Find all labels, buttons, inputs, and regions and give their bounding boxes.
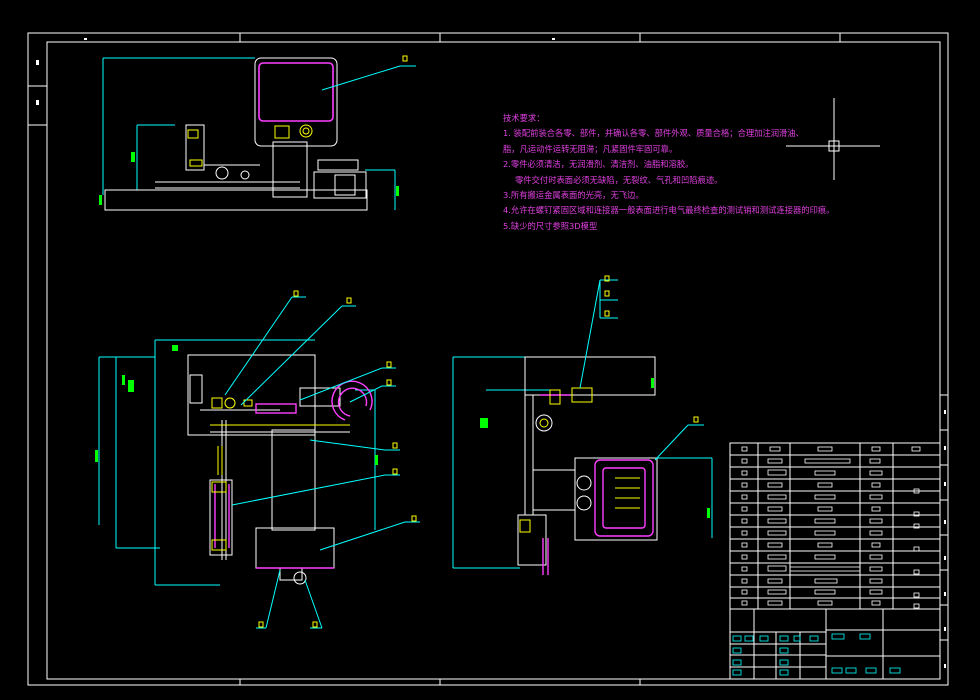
side-view-dimensions bbox=[452, 356, 713, 569]
note-item: 2.零件必须清洁，无润滑剂、清洁剂、油脂和溶胶。 bbox=[503, 159, 694, 170]
side-view-balloons bbox=[604, 275, 699, 423]
side-view-magenta-parts bbox=[540, 394, 654, 575]
note-item: 4.允许在螺钉紧固区域和连接器一般表面进行电气最终检查的测试销和测试连接器的印痕… bbox=[503, 205, 835, 216]
front-view-components bbox=[210, 397, 350, 551]
cad-drawing-sheet bbox=[27, 32, 949, 686]
front-view-leaders bbox=[224, 296, 420, 629]
top-view-geometry bbox=[104, 57, 368, 211]
top-view bbox=[99, 55, 416, 211]
front-view bbox=[95, 290, 420, 629]
title-block bbox=[729, 608, 941, 680]
side-view bbox=[452, 275, 713, 575]
top-view-balloon bbox=[402, 55, 408, 62]
note-item: 零件交付时表面必须无缺陷，无裂纹、气孔和凹陷痕迹。 bbox=[515, 174, 723, 185]
side-view-leaders bbox=[579, 279, 704, 461]
front-view-hatch bbox=[95, 345, 378, 465]
note-item: 3.所有搬运金属表面的光亮，无飞边。 bbox=[503, 190, 644, 201]
front-view-magenta-parts bbox=[214, 380, 373, 569]
parts-list-table bbox=[729, 442, 941, 610]
note-item: 1. 装配前装合各零、部件，并确认各零、部件外观、质量合格；合理加注润滑油、 bbox=[503, 128, 804, 139]
notes-title: 技术要求： bbox=[503, 113, 545, 123]
note-item: 脂，凡运动件运转无阻滞；凡紧固件牢固可靠。 bbox=[503, 143, 678, 154]
top-view-display-panel bbox=[258, 62, 334, 122]
note-item: 5.缺少的尺寸参照3D模型 bbox=[503, 220, 598, 231]
technical-requirements: 技术要求： 1. 装配前装合各零、部件，并确认各零、部件外观、质量合格；合理加注… bbox=[503, 111, 863, 234]
front-view-balloons bbox=[258, 290, 417, 628]
